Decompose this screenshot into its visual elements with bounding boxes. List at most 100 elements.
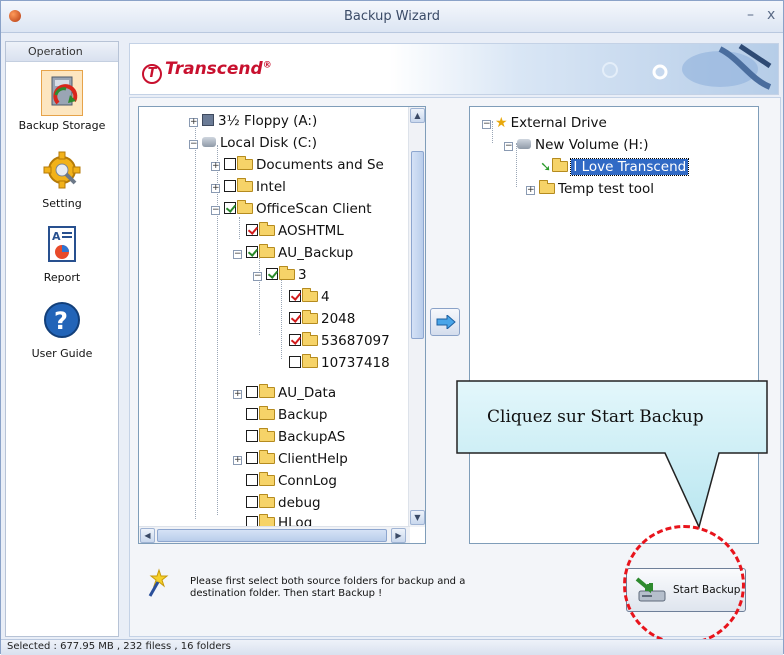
- checkbox[interactable]: [246, 452, 258, 464]
- checkbox[interactable]: [246, 496, 258, 508]
- folder-icon: [302, 288, 318, 302]
- tree-node[interactable]: + Documents and Se: [211, 155, 384, 175]
- backup-wizard-window: Backup Wizard – x Operation Backup Stora…: [0, 0, 784, 655]
- source-tree-panel[interactable]: +3½ Floppy (A:) − Local Disk (C:) + Docume…: [138, 106, 426, 544]
- scroll-right-button[interactable]: ▶: [391, 528, 406, 543]
- tree-node[interactable]: 53687097: [289, 331, 390, 351]
- svg-text:A: A: [52, 230, 61, 243]
- vertical-scrollbar[interactable]: ▲ ▼: [408, 107, 425, 527]
- tree-node[interactable]: 2048: [289, 309, 355, 329]
- status-bar: Selected : 677.95 MB , 232 filess , 16 f…: [1, 639, 783, 655]
- close-button[interactable]: x: [767, 7, 775, 23]
- disk-icon: [517, 139, 531, 149]
- sidebar-item-setting[interactable]: Setting: [6, 150, 118, 210]
- tree-node[interactable]: − Local Disk (C:): [189, 133, 317, 153]
- checkbox[interactable]: [246, 246, 258, 258]
- scroll-down-button[interactable]: ▼: [410, 510, 425, 525]
- transcend-logo: T Transcend®: [142, 59, 272, 84]
- folder-icon: [279, 266, 295, 280]
- sidebar-item-label: User Guide: [31, 347, 93, 360]
- operation-sidebar: Operation Backup Storage Setting A Repor…: [5, 41, 119, 637]
- tree-node[interactable]: − AU_Backup: [233, 243, 353, 263]
- tree-node[interactable]: − OfficeScan Client: [211, 199, 372, 219]
- tree-node[interactable]: + Intel: [211, 177, 286, 197]
- star-icon: ★: [495, 115, 508, 131]
- folder-icon: [539, 180, 555, 194]
- folder-icon: [259, 244, 275, 258]
- tree-node-selected[interactable]: ➘ I Love Transcend: [540, 157, 690, 177]
- checkbox[interactable]: [246, 474, 258, 486]
- folder-icon: [302, 354, 318, 368]
- checkbox[interactable]: [224, 180, 236, 192]
- folder-icon: [237, 156, 253, 170]
- folder-icon: [259, 222, 275, 236]
- folder-icon: [259, 494, 275, 508]
- tree-node[interactable]: Backup: [246, 405, 328, 425]
- title-bar[interactable]: Backup Wizard – x: [1, 1, 783, 33]
- tree-node[interactable]: BackupAS: [246, 427, 345, 447]
- tree-node[interactable]: − ★ External Drive: [482, 113, 607, 133]
- folder-icon: [302, 310, 318, 324]
- scroll-thumb[interactable]: [411, 151, 424, 339]
- folder-icon: [302, 332, 318, 346]
- svg-text:?: ?: [54, 307, 68, 335]
- folder-icon: [259, 406, 275, 420]
- checkbox[interactable]: [266, 268, 278, 280]
- help-icon: ?: [44, 302, 80, 338]
- folder-icon: [259, 472, 275, 486]
- disk-icon: [202, 137, 216, 147]
- tree-node[interactable]: ConnLog: [246, 471, 337, 491]
- checkbox[interactable]: [289, 334, 301, 346]
- checkbox[interactable]: [246, 408, 258, 420]
- callout-bubble: [456, 380, 768, 530]
- checkbox[interactable]: [224, 158, 236, 170]
- sidebar-item-backup-storage[interactable]: Backup Storage: [6, 70, 118, 132]
- folder-icon: [237, 200, 253, 214]
- scroll-left-button[interactable]: ◀: [140, 528, 155, 543]
- tree-node[interactable]: debug: [246, 493, 321, 513]
- tree-node[interactable]: − New Volume (H:): [504, 135, 648, 155]
- gear-icon: [43, 151, 81, 189]
- highlight-circle: [623, 525, 745, 645]
- scroll-up-button[interactable]: ▲: [410, 108, 425, 123]
- checkbox[interactable]: [289, 356, 301, 368]
- tree-node[interactable]: 10737418: [289, 353, 390, 373]
- header-banner-art: [602, 44, 772, 90]
- checkbox[interactable]: [246, 430, 258, 442]
- arrow-right-icon: [436, 315, 456, 329]
- tree-node[interactable]: + ClientHelp: [233, 449, 348, 469]
- checkbox[interactable]: [224, 202, 236, 214]
- sidebar-item-report[interactable]: A Report: [6, 224, 118, 284]
- wand-icon: [148, 568, 169, 597]
- sidebar-header: Operation: [6, 42, 118, 62]
- window-title: Backup Wizard: [343, 9, 441, 24]
- sidebar-item-label: Setting: [42, 197, 82, 210]
- instruction-message: Please first select both source folders …: [190, 576, 466, 599]
- folder-icon: [237, 178, 253, 192]
- tree-node[interactable]: −3: [253, 265, 307, 285]
- report-icon: A: [48, 226, 76, 262]
- folder-icon: [259, 428, 275, 442]
- scroll-thumb[interactable]: [157, 529, 387, 542]
- sidebar-item-label: Report: [43, 271, 81, 284]
- checkbox[interactable]: [289, 312, 301, 324]
- horizontal-scrollbar[interactable]: ◀ ▶: [139, 526, 410, 543]
- floppy-icon: [202, 114, 214, 126]
- sidebar-item-user-guide[interactable]: ? User Guide: [6, 300, 118, 360]
- add-to-destination-button[interactable]: [430, 308, 460, 336]
- sidebar-item-label: Backup Storage: [18, 119, 106, 132]
- folder-icon: [259, 384, 275, 398]
- folder-icon: [552, 158, 569, 172]
- brand-header: T Transcend®: [129, 43, 779, 95]
- backup-storage-icon: [51, 76, 78, 106]
- tree-node[interactable]: 4: [289, 287, 330, 307]
- checkbox[interactable]: [246, 386, 258, 398]
- tree-node[interactable]: +3½ Floppy (A:): [189, 111, 317, 131]
- tree-node[interactable]: + AU_Data: [233, 383, 336, 403]
- tree-node[interactable]: AOSHTML: [246, 221, 344, 241]
- minimize-button[interactable]: –: [747, 7, 754, 23]
- tree-node[interactable]: + Temp test tool: [526, 179, 654, 199]
- checkbox[interactable]: [289, 290, 301, 302]
- checkbox[interactable]: [246, 224, 258, 236]
- green-arrow-icon: ➘: [540, 159, 552, 175]
